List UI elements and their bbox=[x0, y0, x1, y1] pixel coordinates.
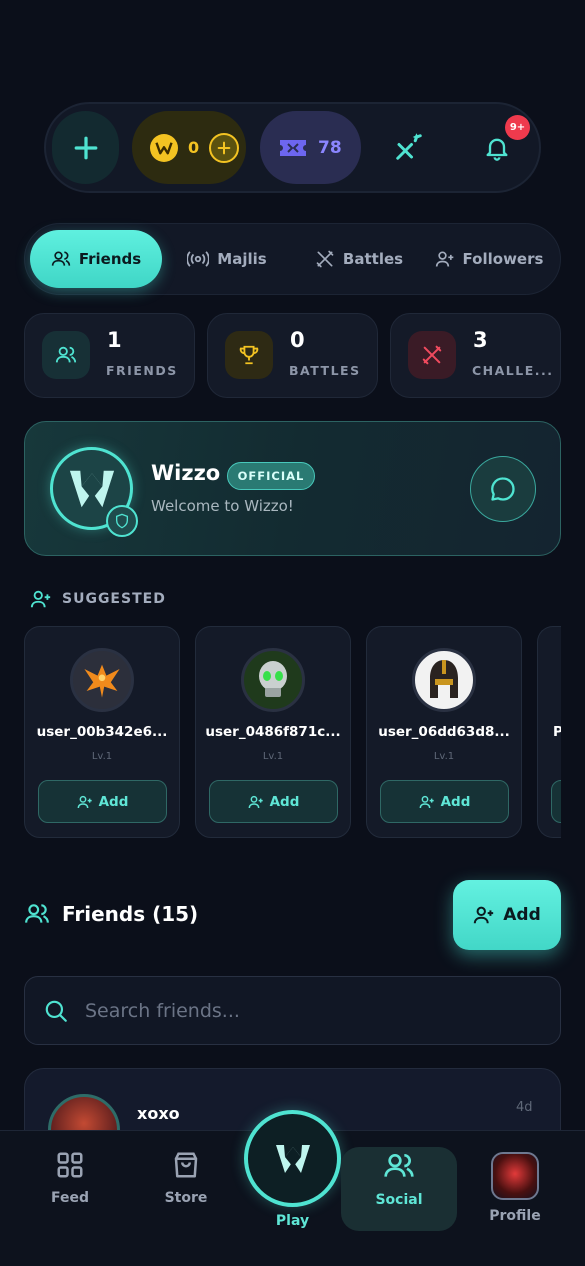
add-label: Add bbox=[503, 905, 541, 925]
suggested-username: user_0486f871c... bbox=[205, 724, 341, 740]
suggested-level: Lv.1 bbox=[91, 751, 113, 762]
swords-icon bbox=[408, 331, 456, 379]
add-friend-button[interactable]: Add bbox=[38, 780, 167, 823]
coin-balance: 0 bbox=[188, 138, 200, 157]
nav-social[interactable]: Social bbox=[349, 1150, 449, 1208]
stat-value: 0 bbox=[290, 328, 305, 352]
battle-sparkle-button[interactable] bbox=[393, 131, 425, 163]
friend-last-active: 4d bbox=[516, 1100, 533, 1115]
search-friends-field[interactable] bbox=[24, 976, 561, 1045]
plus-icon bbox=[74, 136, 97, 159]
add-coins-button[interactable] bbox=[209, 132, 240, 163]
friends-section-title: Friends (15) bbox=[24, 901, 198, 927]
friend-name: xoxo bbox=[137, 1104, 180, 1123]
verified-shield-icon bbox=[106, 505, 138, 537]
stat-label: BATTLES bbox=[289, 363, 361, 378]
nav-play-label: Play bbox=[275, 1213, 310, 1229]
suggested-level: Lv.1 bbox=[262, 751, 284, 762]
user-plus-icon bbox=[248, 795, 263, 808]
stat-battles[interactable]: 0 BATTLES bbox=[207, 313, 378, 398]
suggested-username: user_00b342e6... bbox=[36, 724, 168, 740]
swords-sparkle-icon bbox=[396, 133, 422, 160]
official-subtitle: Welcome to Wizzo! bbox=[151, 497, 294, 515]
add-friend-primary-button[interactable]: Add bbox=[453, 880, 561, 950]
stat-label: CHALLE... bbox=[472, 363, 554, 378]
users-icon bbox=[384, 1154, 414, 1177]
suggested-username: user_06dd63d8... bbox=[378, 724, 510, 740]
tab-majlis[interactable]: Majlis bbox=[176, 230, 278, 288]
tab-label: Battles bbox=[342, 250, 404, 268]
grid-icon bbox=[57, 1152, 83, 1178]
user-plus-icon bbox=[77, 795, 92, 808]
profile-avatar bbox=[491, 1152, 539, 1200]
suggested-user-card[interactable]: P bbox=[537, 626, 561, 838]
nav-play-button[interactable] bbox=[244, 1110, 341, 1207]
plus-icon bbox=[217, 141, 231, 154]
spartan-helmet-avatar bbox=[412, 648, 476, 712]
add-friend-button[interactable]: Add bbox=[209, 780, 338, 823]
message-wizzo-button[interactable] bbox=[470, 456, 536, 522]
user-plus-icon bbox=[435, 251, 453, 267]
tab-label: Friends bbox=[78, 250, 142, 268]
friends-title-text: Friends (15) bbox=[62, 902, 199, 926]
user-plus-icon bbox=[474, 906, 494, 924]
users-icon bbox=[42, 331, 90, 379]
create-button[interactable] bbox=[52, 111, 119, 184]
notification-badge: 9+ bbox=[505, 115, 530, 140]
nav-profile[interactable]: Profile bbox=[465, 1152, 565, 1224]
wizzo-logo-icon bbox=[69, 470, 114, 507]
stat-value: 3 bbox=[473, 328, 488, 352]
add-label: Add bbox=[440, 793, 471, 810]
suggested-user-card[interactable]: user_0486f871c... Lv.1 Add bbox=[195, 626, 351, 838]
trophy-icon bbox=[225, 331, 273, 379]
tab-followers[interactable]: Followers bbox=[424, 230, 554, 288]
phoenix-avatar bbox=[70, 648, 134, 712]
tab-battles[interactable]: Battles bbox=[300, 230, 418, 288]
skull-avatar bbox=[241, 648, 305, 712]
suggested-username: P bbox=[553, 724, 561, 740]
nav-label: Store bbox=[164, 1190, 208, 1206]
official-name: Wizzo bbox=[151, 461, 221, 485]
nav-store[interactable]: Store bbox=[136, 1150, 236, 1206]
add-friend-button[interactable] bbox=[551, 780, 561, 823]
ticket-icon bbox=[280, 139, 306, 156]
stat-friends[interactable]: 1 FRIENDS bbox=[24, 313, 195, 398]
tickets-pill[interactable]: 78 bbox=[260, 111, 361, 184]
coins-pill[interactable]: 0 bbox=[132, 111, 246, 184]
stat-challenges[interactable]: 3 CHALLE... bbox=[390, 313, 561, 398]
nav-label: Social bbox=[375, 1192, 423, 1208]
nav-label: Feed bbox=[50, 1190, 89, 1206]
ticket-balance: 78 bbox=[318, 137, 342, 158]
shopping-bag-icon bbox=[174, 1152, 198, 1178]
broadcast-icon bbox=[187, 251, 210, 267]
tab-label: Followers bbox=[462, 250, 544, 268]
tab-friends[interactable]: Friends bbox=[30, 230, 162, 288]
suggested-label: SUGGESTED bbox=[62, 591, 166, 607]
suggested-user-card[interactable]: user_00b342e6... Lv.1 Add bbox=[24, 626, 180, 838]
user-plus-icon bbox=[419, 795, 434, 808]
nav-feed[interactable]: Feed bbox=[20, 1150, 120, 1206]
search-icon bbox=[45, 1000, 67, 1022]
users-icon bbox=[25, 904, 49, 923]
swords-icon bbox=[316, 250, 334, 268]
suggested-level: Lv.1 bbox=[433, 751, 455, 762]
bell-icon bbox=[486, 138, 508, 161]
wizzo-logo-icon bbox=[275, 1144, 310, 1173]
stat-label: FRIENDS bbox=[106, 363, 178, 378]
add-label: Add bbox=[98, 793, 129, 810]
stat-value: 1 bbox=[107, 328, 122, 352]
user-plus-icon bbox=[30, 590, 51, 608]
add-friend-button[interactable]: Add bbox=[380, 780, 509, 823]
add-label: Add bbox=[269, 793, 300, 810]
tab-label: Majlis bbox=[217, 250, 267, 268]
search-input[interactable] bbox=[85, 999, 525, 1022]
users-icon bbox=[51, 251, 70, 266]
official-badge: OFFICIAL bbox=[227, 462, 315, 490]
suggested-user-card[interactable]: user_06dd63d8... Lv.1 Add bbox=[366, 626, 522, 838]
nav-label: Profile bbox=[489, 1208, 541, 1224]
coin-icon bbox=[150, 133, 178, 162]
chat-bubble-icon bbox=[491, 477, 515, 501]
suggested-heading: SUGGESTED bbox=[30, 588, 166, 610]
